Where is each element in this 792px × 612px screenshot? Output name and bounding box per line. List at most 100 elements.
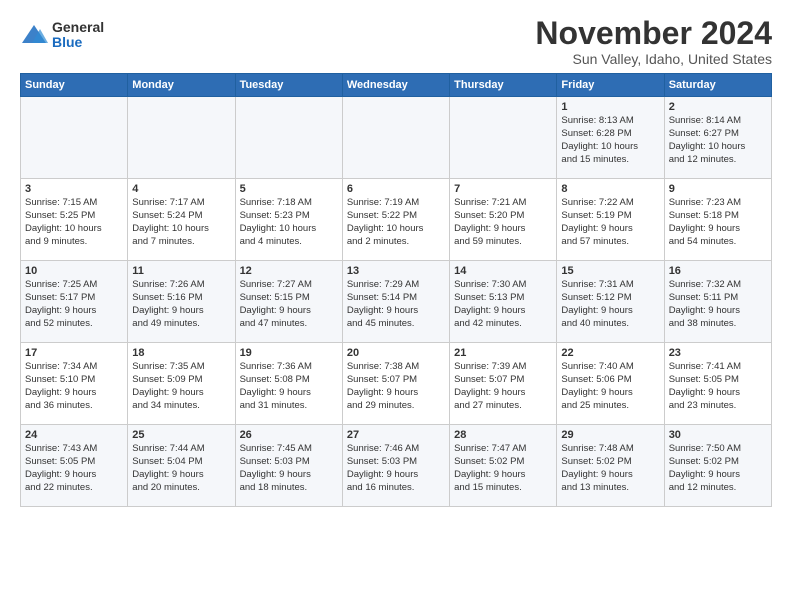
week-row-0: 1Sunrise: 8:13 AM Sunset: 6:28 PM Daylig…	[21, 97, 772, 179]
cell-w2-d5: 15Sunrise: 7:31 AM Sunset: 5:12 PM Dayli…	[557, 261, 664, 343]
day-number: 26	[240, 429, 338, 441]
day-info: Sunrise: 8:14 AM Sunset: 6:27 PM Dayligh…	[669, 115, 746, 164]
day-number: 4	[132, 183, 230, 195]
week-row-2: 10Sunrise: 7:25 AM Sunset: 5:17 PM Dayli…	[21, 261, 772, 343]
day-info: Sunrise: 7:47 AM Sunset: 5:02 PM Dayligh…	[454, 443, 526, 492]
header: General Blue November 2024 Sun Valley, I…	[20, 16, 772, 67]
day-number: 9	[669, 183, 767, 195]
day-info: Sunrise: 7:35 AM Sunset: 5:09 PM Dayligh…	[132, 361, 204, 410]
day-info: Sunrise: 7:36 AM Sunset: 5:08 PM Dayligh…	[240, 361, 312, 410]
logo-general-text: General	[52, 20, 104, 35]
cell-w4-d0: 24 Sunrise: 7:43 AM Sunset: 5:05 PM Dayli…	[21, 425, 128, 507]
day-number: 14	[454, 265, 552, 277]
cell-w4-d2: 26 Sunrise: 7:45 AM Sunset: 5:03 PM Dayli…	[235, 425, 342, 507]
week-row-1: 3Sunrise: 7:15 AM Sunset: 5:25 PM Daylig…	[21, 179, 772, 261]
day-info: Sunrise: 7:19 AM Sunset: 5:22 PM Dayligh…	[347, 197, 424, 246]
cell-w2-d1: 11Sunrise: 7:26 AM Sunset: 5:16 PM Dayli…	[128, 261, 235, 343]
cell-w3-d2: 19 Sunrise: 7:36 AM Sunset: 5:08 PM Dayli…	[235, 343, 342, 425]
title-block: November 2024 Sun Valley, Idaho, United …	[535, 16, 772, 67]
day-info: Sunrise: 7:25 AM Sunset: 5:17 PM Dayligh…	[25, 279, 97, 328]
cell-w0-d3	[342, 97, 449, 179]
day-info: Sunrise: 7:38 AM Sunset: 5:07 PM Dayligh…	[347, 361, 419, 410]
calendar-body: 1Sunrise: 8:13 AM Sunset: 6:28 PM Daylig…	[21, 97, 772, 507]
cell-w0-d5: 1Sunrise: 8:13 AM Sunset: 6:28 PM Daylig…	[557, 97, 664, 179]
cell-w0-d1	[128, 97, 235, 179]
day-info: Sunrise: 7:39 AM Sunset: 5:07 PM Dayligh…	[454, 361, 526, 410]
day-number: 20	[347, 347, 445, 359]
cell-w0-d6: 2 Sunrise: 8:14 AM Sunset: 6:27 PM Daylig…	[664, 97, 771, 179]
day-info: Sunrise: 7:29 AM Sunset: 5:14 PM Dayligh…	[347, 279, 419, 328]
day-info: Sunrise: 8:13 AM Sunset: 6:28 PM Dayligh…	[561, 115, 638, 164]
cell-w1-d0: 3Sunrise: 7:15 AM Sunset: 5:25 PM Daylig…	[21, 179, 128, 261]
day-info: Sunrise: 7:23 AM Sunset: 5:18 PM Dayligh…	[669, 197, 741, 246]
day-number: 27	[347, 429, 445, 441]
cell-w1-d2: 5Sunrise: 7:18 AM Sunset: 5:23 PM Daylig…	[235, 179, 342, 261]
day-info: Sunrise: 7:30 AM Sunset: 5:13 PM Dayligh…	[454, 279, 526, 328]
day-number: 18	[132, 347, 230, 359]
cell-w1-d3: 6 Sunrise: 7:19 AM Sunset: 5:22 PM Daylig…	[342, 179, 449, 261]
day-number: 5	[240, 183, 338, 195]
main-title: November 2024	[535, 16, 772, 51]
day-number: 23	[669, 347, 767, 359]
day-number: 7	[454, 183, 552, 195]
day-info: Sunrise: 7:32 AM Sunset: 5:11 PM Dayligh…	[669, 279, 741, 328]
cell-w0-d2	[235, 97, 342, 179]
day-number: 8	[561, 183, 659, 195]
cell-w4-d1: 25Sunrise: 7:44 AM Sunset: 5:04 PM Dayli…	[128, 425, 235, 507]
day-info: Sunrise: 7:22 AM Sunset: 5:19 PM Dayligh…	[561, 197, 633, 246]
header-thursday: Thursday	[450, 74, 557, 97]
logo: General Blue	[20, 20, 104, 51]
calendar-table: Sunday Monday Tuesday Wednesday Thursday…	[20, 73, 772, 507]
header-saturday: Saturday	[664, 74, 771, 97]
cell-w3-d5: 22Sunrise: 7:40 AM Sunset: 5:06 PM Dayli…	[557, 343, 664, 425]
day-number: 24	[25, 429, 123, 441]
cell-w1-d6: 9 Sunrise: 7:23 AM Sunset: 5:18 PM Daylig…	[664, 179, 771, 261]
cell-w0-d0	[21, 97, 128, 179]
logo-blue-text: Blue	[52, 35, 104, 50]
week-row-3: 17Sunrise: 7:34 AM Sunset: 5:10 PM Dayli…	[21, 343, 772, 425]
cell-w4-d3: 27 Sunrise: 7:46 AM Sunset: 5:03 PM Dayli…	[342, 425, 449, 507]
day-number: 2	[669, 101, 767, 113]
header-wednesday: Wednesday	[342, 74, 449, 97]
day-number: 30	[669, 429, 767, 441]
cell-w1-d4: 7Sunrise: 7:21 AM Sunset: 5:20 PM Daylig…	[450, 179, 557, 261]
day-info: Sunrise: 7:44 AM Sunset: 5:04 PM Dayligh…	[132, 443, 204, 492]
logo-text: General Blue	[52, 20, 104, 51]
day-number: 6	[347, 183, 445, 195]
day-info: Sunrise: 7:45 AM Sunset: 5:03 PM Dayligh…	[240, 443, 312, 492]
day-number: 13	[347, 265, 445, 277]
day-number: 16	[669, 265, 767, 277]
day-info: Sunrise: 7:40 AM Sunset: 5:06 PM Dayligh…	[561, 361, 633, 410]
cell-w2-d3: 13 Sunrise: 7:29 AM Sunset: 5:14 PM Dayli…	[342, 261, 449, 343]
day-number: 17	[25, 347, 123, 359]
header-row: Sunday Monday Tuesday Wednesday Thursday…	[21, 74, 772, 97]
subtitle: Sun Valley, Idaho, United States	[535, 51, 772, 67]
cell-w3-d3: 20 Sunrise: 7:38 AM Sunset: 5:07 PM Dayli…	[342, 343, 449, 425]
cell-w2-d2: 12 Sunrise: 7:27 AM Sunset: 5:15 PM Dayli…	[235, 261, 342, 343]
cell-w2-d0: 10Sunrise: 7:25 AM Sunset: 5:17 PM Dayli…	[21, 261, 128, 343]
day-number: 15	[561, 265, 659, 277]
day-number: 28	[454, 429, 552, 441]
cell-w3-d4: 21Sunrise: 7:39 AM Sunset: 5:07 PM Dayli…	[450, 343, 557, 425]
cell-w3-d0: 17Sunrise: 7:34 AM Sunset: 5:10 PM Dayli…	[21, 343, 128, 425]
day-info: Sunrise: 7:46 AM Sunset: 5:03 PM Dayligh…	[347, 443, 419, 492]
header-tuesday: Tuesday	[235, 74, 342, 97]
header-sunday: Sunday	[21, 74, 128, 97]
day-number: 19	[240, 347, 338, 359]
day-info: Sunrise: 7:43 AM Sunset: 5:05 PM Dayligh…	[25, 443, 97, 492]
cell-w0-d4	[450, 97, 557, 179]
day-number: 12	[240, 265, 338, 277]
cell-w3-d1: 18 Sunrise: 7:35 AM Sunset: 5:09 PM Dayli…	[128, 343, 235, 425]
header-monday: Monday	[128, 74, 235, 97]
day-info: Sunrise: 7:27 AM Sunset: 5:15 PM Dayligh…	[240, 279, 312, 328]
cell-w4-d4: 28 Sunrise: 7:47 AM Sunset: 5:02 PM Dayli…	[450, 425, 557, 507]
day-info: Sunrise: 7:48 AM Sunset: 5:02 PM Dayligh…	[561, 443, 633, 492]
cell-w4-d5: 29 Sunrise: 7:48 AM Sunset: 5:02 PM Dayli…	[557, 425, 664, 507]
day-info: Sunrise: 7:17 AM Sunset: 5:24 PM Dayligh…	[132, 197, 209, 246]
day-info: Sunrise: 7:15 AM Sunset: 5:25 PM Dayligh…	[25, 197, 102, 246]
header-friday: Friday	[557, 74, 664, 97]
cell-w3-d6: 23Sunrise: 7:41 AM Sunset: 5:05 PM Dayli…	[664, 343, 771, 425]
day-number: 11	[132, 265, 230, 277]
week-row-4: 24 Sunrise: 7:43 AM Sunset: 5:05 PM Dayli…	[21, 425, 772, 507]
day-number: 29	[561, 429, 659, 441]
